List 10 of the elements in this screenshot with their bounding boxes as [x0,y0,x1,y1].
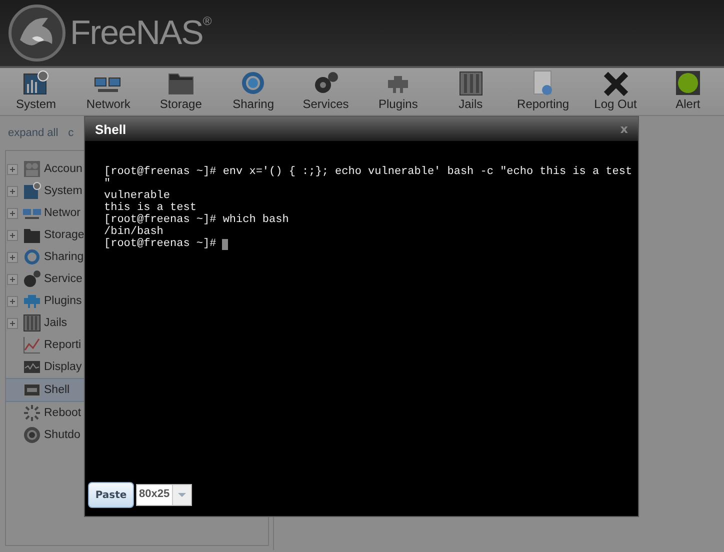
terminal-line: [root@freenas ~]# env x='() { :;}; echo vulnerable' bash -c "echo this is a test [104,166,632,178]
terminal-line: /bin/bash [104,226,164,238]
terminal-line: [root@freenas ~]# [104,238,216,250]
registered-mark: ® [202,14,212,28]
brand-name: FreeNAS [70,14,203,52]
terminal-line: [root@freenas ~]# which bash [104,214,289,226]
dialog-title: Shell [95,122,126,136]
terminal-line: " [104,178,111,190]
terminal-line: vulnerable [104,190,170,202]
terminal-line: this is a test [104,202,196,214]
